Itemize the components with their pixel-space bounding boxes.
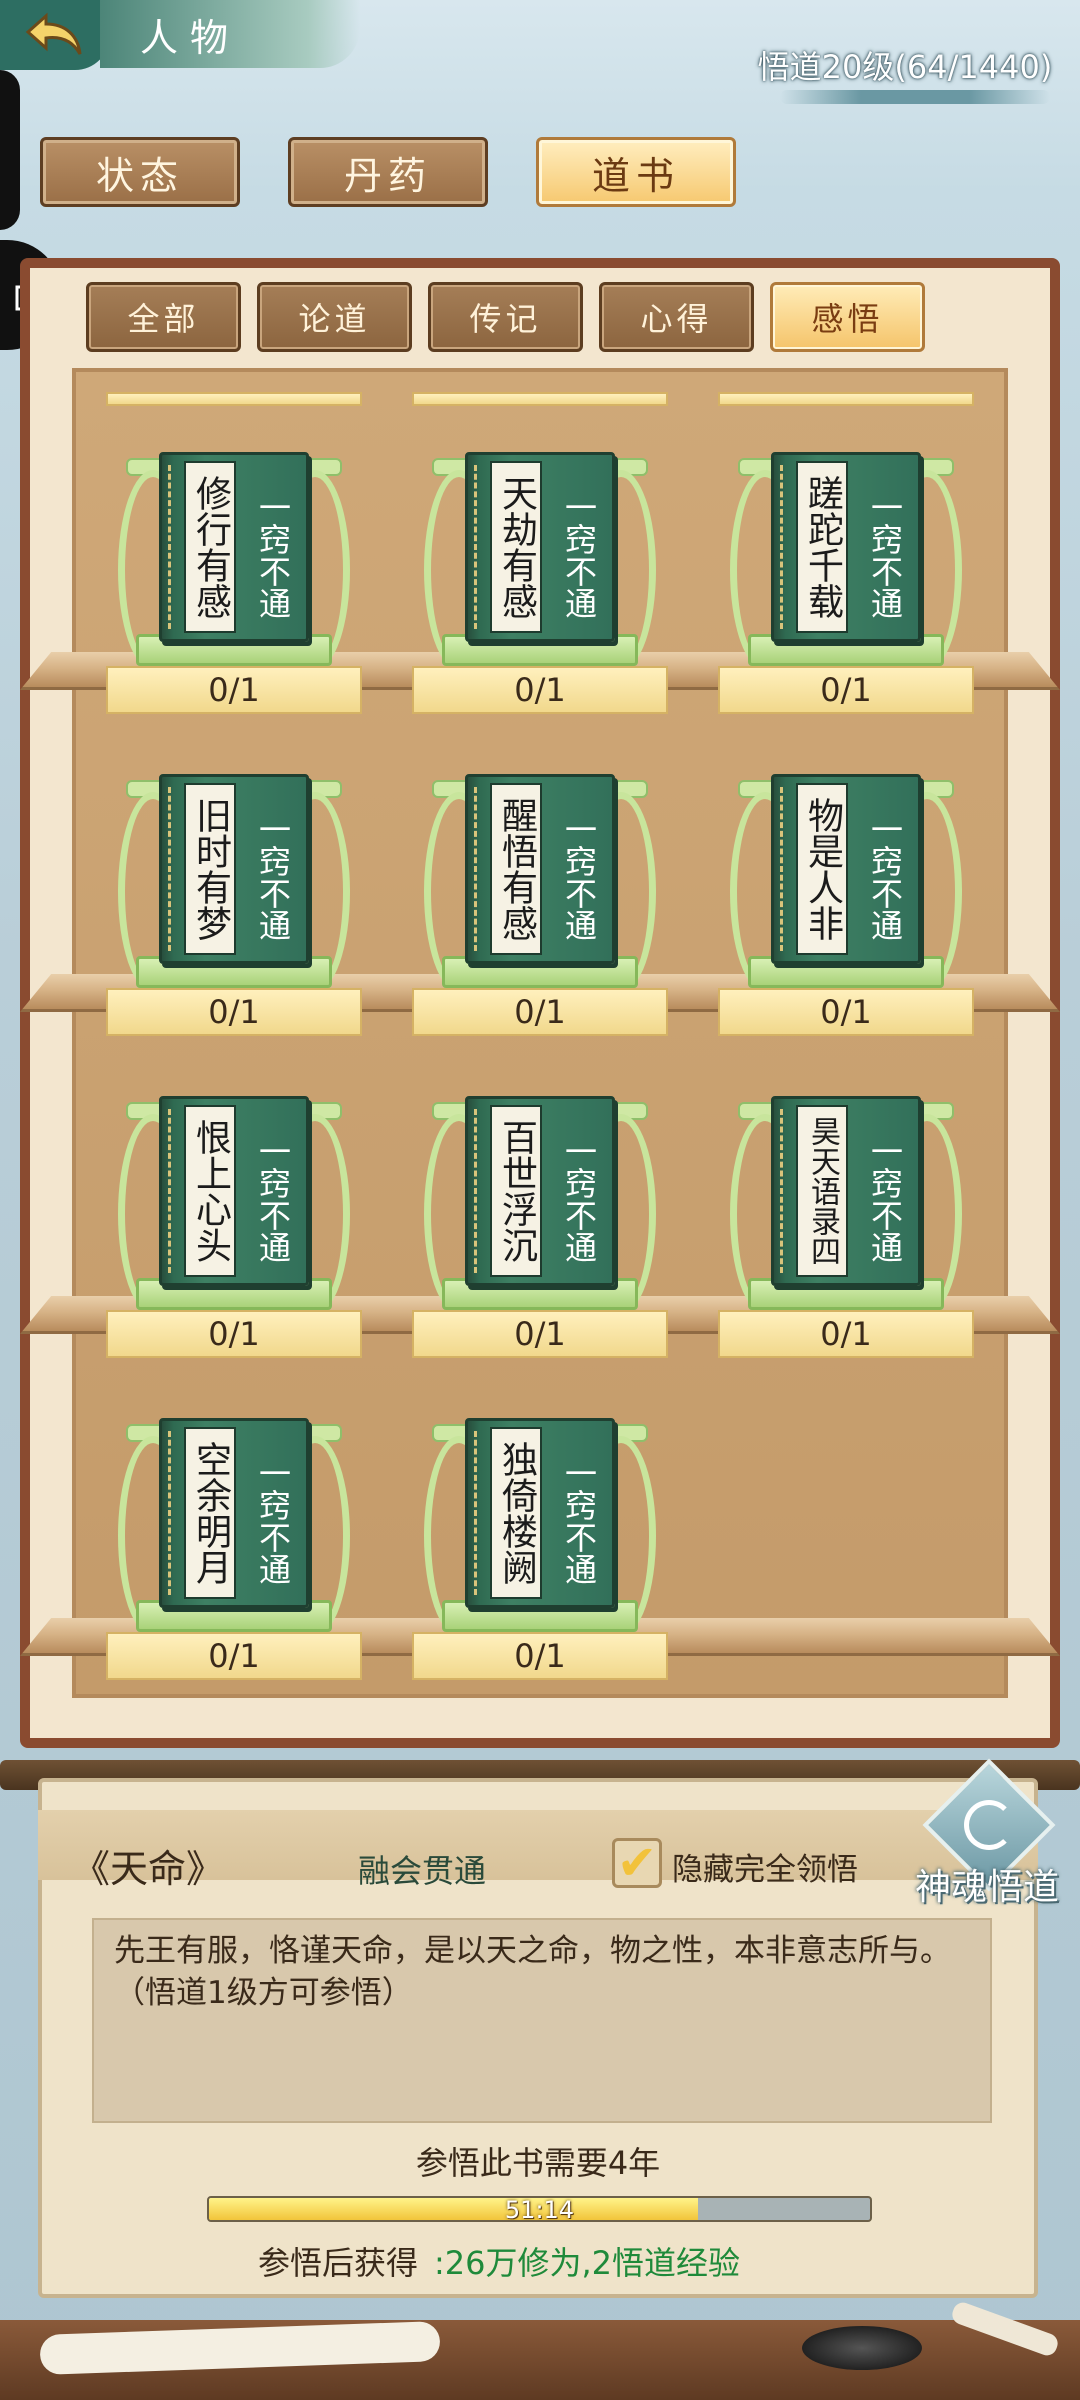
filter-all[interactable]: 全部 [86, 282, 241, 352]
top-tab-bar: 状态 丹药 道书 [40, 137, 736, 207]
book-mastery: 一窍不通 [560, 1135, 598, 1263]
enlightenment-level: 悟道20级(64/1440) [740, 30, 1070, 104]
screen-edge [0, 70, 20, 230]
book-card[interactable]: 修行有感 一窍不通 0/1 [106, 432, 362, 714]
tab-status[interactable]: 状态 [40, 137, 240, 207]
book-card[interactable]: 恨上心头 一窍不通 0/1 [106, 1076, 362, 1358]
book-mastery: 一窍不通 [866, 491, 904, 619]
book-cover: 蹉跎千载 一窍不通 [771, 452, 921, 642]
book-mastery: 一窍不通 [254, 1135, 292, 1263]
book-count: 0/1 [106, 1310, 362, 1358]
book-card[interactable]: 蹉跎千载 一窍不通 0/1 [718, 432, 974, 714]
page-title: 人物 [100, 0, 360, 68]
book-cover: 恨上心头 一窍不通 [159, 1096, 309, 1286]
book-card[interactable]: 旧时有梦 一窍不通 0/1 [106, 754, 362, 1036]
filter-biography[interactable]: 传记 [428, 282, 583, 352]
book-count: 0/1 [106, 666, 362, 714]
book-mastery: 一窍不通 [254, 1457, 292, 1585]
swirl-mark [964, 1800, 1014, 1850]
book-name: 昊天语录四 [796, 1105, 848, 1277]
tab-elixir[interactable]: 丹药 [288, 137, 488, 207]
book-name: 旧时有梦 [184, 783, 236, 955]
book-count: 0/1 [412, 1632, 668, 1680]
book-count: 0/1 [718, 1310, 974, 1358]
book-card[interactable]: 空余明月 一窍不通 0/1 [106, 1398, 362, 1680]
inkstone [802, 2326, 922, 2370]
book-card[interactable]: 天劫有感 一窍不通 0/1 [412, 432, 668, 714]
book-count: 0/1 [412, 1310, 668, 1358]
header: 人物 悟道20级(64/1440) [0, 0, 1080, 130]
filter-insights[interactable]: 心得 [599, 282, 754, 352]
book-count: 0/1 [718, 988, 974, 1036]
book-mastery: 一窍不通 [560, 813, 598, 941]
book-name: 空余明月 [184, 1427, 236, 1599]
book-card[interactable]: 昊天语录四 一窍不通 0/1 [718, 1076, 974, 1358]
book-description: 先王有服，恪谨天命，是以天之命，物之性，本非意志所与。（悟道1级方可参悟） [92, 1918, 992, 2123]
book-cover: 修行有感 一窍不通 [159, 452, 309, 642]
book-card[interactable]: 百世浮沉 一窍不通 0/1 [412, 1076, 668, 1358]
book-count: 0/1 [412, 666, 668, 714]
book-count: 0/1 [718, 666, 974, 714]
back-arrow-icon [25, 12, 82, 55]
book-cover: 醒悟有感 一窍不通 [465, 774, 615, 964]
study-time-text: 参悟此书需要4年 [415, 2144, 661, 2182]
book-count: 0/1 [106, 1632, 362, 1680]
soul-button-label: 神魂悟道 [914, 1867, 1059, 1908]
selected-book-title: 《天命》 [72, 1847, 225, 1891]
filter-discourse[interactable]: 论道 [257, 282, 412, 352]
book-mastery: 一窍不通 [866, 1135, 904, 1263]
book-cover: 百世浮沉 一窍不通 [465, 1096, 615, 1286]
mastery-level: 融会贯通 [358, 1852, 487, 1890]
tab-daoist-books[interactable]: 道书 [536, 137, 736, 207]
book-cover: 旧时有梦 一窍不通 [159, 774, 309, 964]
back-button[interactable] [0, 0, 110, 70]
book-name: 修行有感 [184, 461, 236, 633]
book-name: 百世浮沉 [490, 1105, 542, 1277]
book-mastery: 一窍不通 [560, 491, 598, 619]
hide-completed-checkbox[interactable]: ✔ [612, 1838, 662, 1888]
progress-time: 51:14 [504, 2196, 575, 2222]
book-cover: 独倚楼阙 一窍不通 [465, 1418, 615, 1608]
book-name: 恨上心头 [184, 1105, 236, 1277]
book-card[interactable]: 醒悟有感 一窍不通 0/1 [412, 754, 668, 1036]
filter-enlightenment[interactable]: 感悟 [770, 282, 925, 352]
book-name: 蹉跎千载 [796, 461, 848, 633]
soul-enlightenment-button[interactable]: 神魂悟道 [912, 1758, 1062, 1908]
reward-label: 参悟后获得 [258, 2244, 419, 2282]
checkmark-icon: ✔ [616, 1835, 658, 1891]
study-progress-bar: 51:14 [207, 2196, 872, 2222]
book-name: 醒悟有感 [490, 783, 542, 955]
book-mastery: 一窍不通 [254, 813, 292, 941]
book-card[interactable]: 独倚楼阙 一窍不通 0/1 [412, 1398, 668, 1680]
reward-value: :26万修为,2悟道经验 [434, 2244, 741, 2282]
book-mastery: 一窍不通 [866, 813, 904, 941]
hide-completed-label[interactable]: 隐藏完全领悟 [672, 1844, 858, 1889]
book-name: 独倚楼阙 [490, 1427, 542, 1599]
book-count: 0/1 [106, 988, 362, 1036]
book-cover: 空余明月 一窍不通 [159, 1418, 309, 1608]
book-mastery: 一窍不通 [560, 1457, 598, 1585]
book-name: 天劫有感 [490, 461, 542, 633]
book-name: 物是人非 [796, 783, 848, 955]
filter-tab-bar: 全部 论道 传记 心得 感悟 [86, 282, 925, 352]
book-cover: 物是人非 一窍不通 [771, 774, 921, 964]
book-card[interactable]: 物是人非 一窍不通 0/1 [718, 754, 974, 1036]
book-mastery: 一窍不通 [254, 491, 292, 619]
book-count: 0/1 [412, 988, 668, 1036]
book-cover: 天劫有感 一窍不通 [465, 452, 615, 642]
book-cover: 昊天语录四 一窍不通 [771, 1096, 921, 1286]
